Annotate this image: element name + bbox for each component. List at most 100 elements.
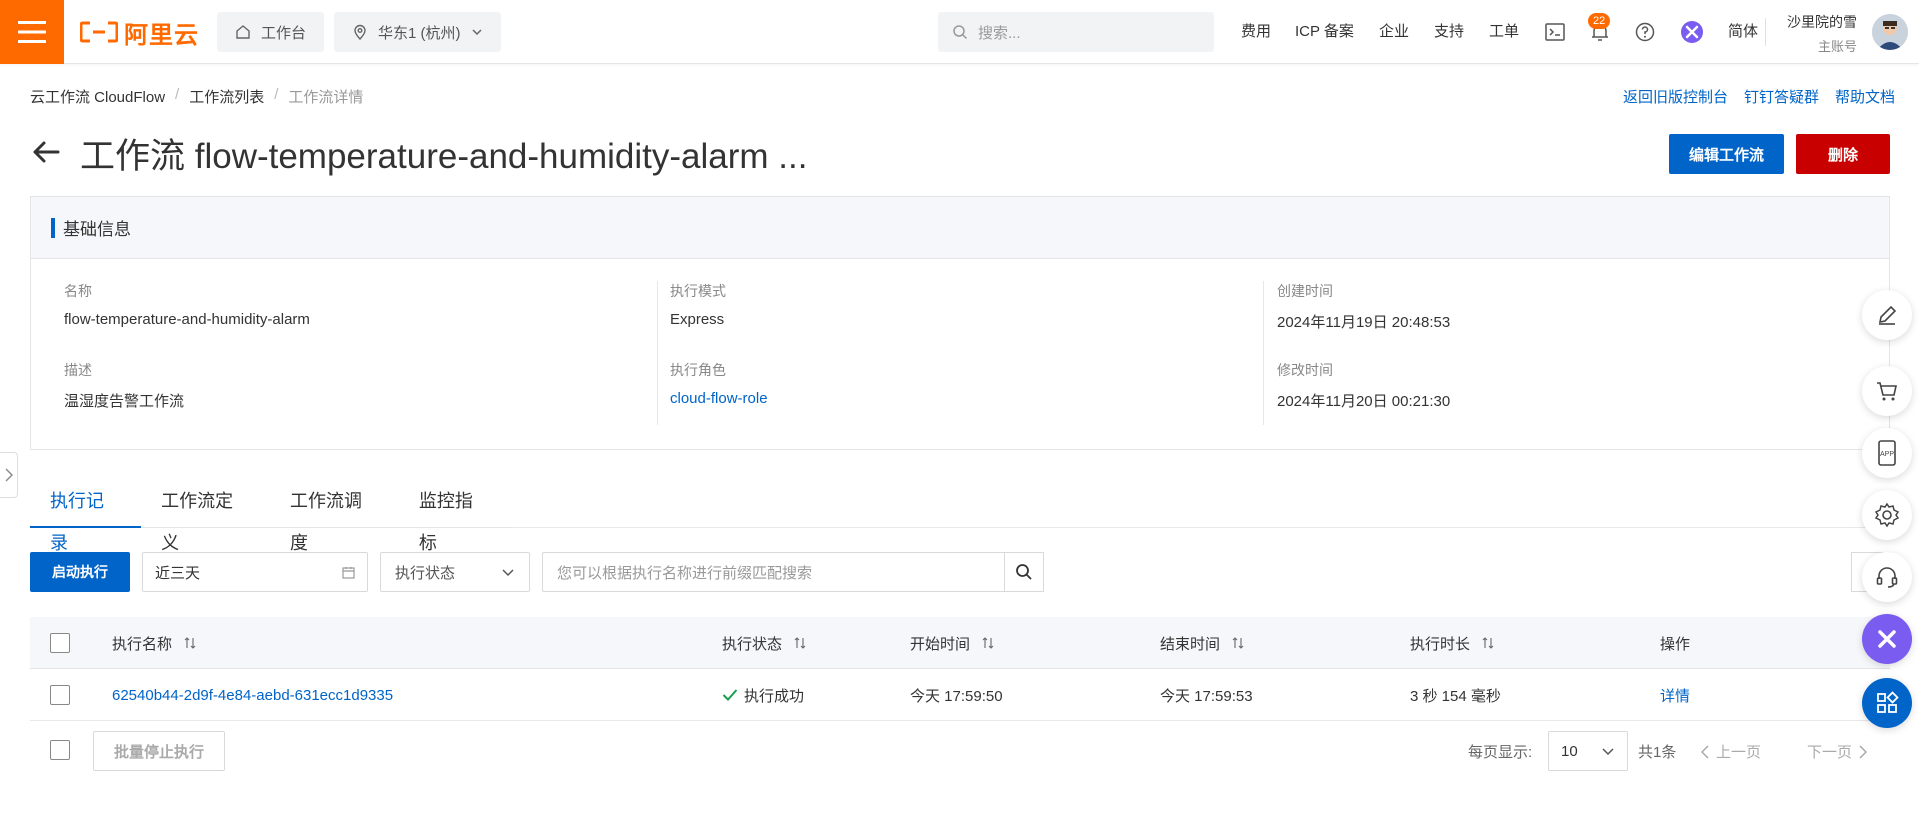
- customer-service-headset-icon[interactable]: [1862, 552, 1912, 602]
- info-column-1: 名称 flow-temperature-and-humidity-alarm 描…: [31, 281, 605, 425]
- name-value: flow-temperature-and-humidity-alarm: [64, 311, 310, 328]
- search-icon: [1016, 564, 1032, 580]
- chevron-left-icon: [1700, 744, 1709, 759]
- tab-workflow-definition[interactable]: 工作流定义: [141, 480, 270, 553]
- tab-workflow-schedule[interactable]: 工作流调度: [270, 480, 399, 553]
- column-header-execution-name[interactable]: 执行名称: [112, 617, 196, 669]
- execution-role-link[interactable]: cloud-flow-role: [670, 390, 768, 407]
- avatar[interactable]: [1872, 14, 1908, 50]
- page-size-select[interactable]: 10: [1548, 731, 1628, 771]
- back-to-old-console-link[interactable]: 返回旧版控制台: [1623, 86, 1728, 107]
- total-count: 共1条: [1638, 744, 1677, 761]
- footer-select-all-checkbox[interactable]: [50, 740, 70, 760]
- description-value: 温湿度告警工作流: [64, 393, 185, 410]
- language-switch[interactable]: 简体: [1728, 20, 1758, 44]
- details-link[interactable]: 详情: [1660, 685, 1690, 706]
- page-size-value: 10: [1561, 742, 1578, 760]
- workbench-label: 工作台: [261, 24, 307, 42]
- modified-time-label: 修改时间: [1277, 362, 1333, 378]
- modified-time-value: 2024年11月20日 00:21:30: [1277, 393, 1451, 410]
- execution-search-button[interactable]: [1004, 552, 1044, 592]
- column-header-execution-status[interactable]: 执行状态: [722, 617, 806, 669]
- mobile-app-icon[interactable]: APP: [1862, 428, 1912, 478]
- created-time-value: 2024年11月19日 20:48:53: [1277, 314, 1451, 331]
- execution-search-input[interactable]: 您可以根据执行名称进行前缀匹配搜索: [542, 552, 1004, 592]
- created-time-label: 创建时间: [1277, 283, 1333, 299]
- calendar-icon: [342, 566, 355, 579]
- workbench-button[interactable]: 工作台: [217, 12, 325, 52]
- detail-tabs: 执行记录 工作流定义 工作流调度 监控指标: [30, 480, 510, 553]
- delete-button[interactable]: 删除: [1796, 134, 1890, 174]
- column-header-duration[interactable]: 执行时长: [1410, 617, 1494, 669]
- nav-link-icp[interactable]: ICP 备案: [1295, 20, 1354, 44]
- previous-page-button[interactable]: 上一页: [1700, 741, 1761, 762]
- aliyun-logo[interactable]: 阿里云: [80, 16, 199, 49]
- column-header-start-time[interactable]: 开始时间: [910, 617, 994, 669]
- breadcrumb-item-cloudflow[interactable]: 云工作流 CloudFlow: [30, 86, 165, 107]
- back-arrow-icon[interactable]: [30, 136, 62, 168]
- execution-status-select[interactable]: 执行状态: [380, 552, 530, 592]
- executions-table-header: 执行名称 执行状态 开始时间 结束时间 执行时长 操作: [30, 617, 1890, 669]
- apps-grid-icon[interactable]: [1862, 678, 1912, 728]
- page-size-label: 每页显示:: [1468, 744, 1533, 761]
- next-page-button[interactable]: 下一页: [1807, 741, 1868, 762]
- basic-info-card: 基础信息 名称 flow-temperature-and-humidity-al…: [30, 196, 1890, 450]
- execution-status-text: 执行成功: [744, 687, 805, 705]
- chevron-right-icon: [1859, 744, 1868, 759]
- breadcrumb-item-workflow-list[interactable]: 工作流列表: [189, 86, 264, 107]
- hamburger-menu-icon[interactable]: [0, 0, 64, 64]
- sidebar-expand-handle[interactable]: [0, 452, 18, 498]
- duration-cell: 3 秒 154 毫秒: [1410, 687, 1501, 705]
- nav-link-billing[interactable]: 费用: [1241, 20, 1271, 44]
- edit-workflow-button[interactable]: 编辑工作流: [1669, 134, 1784, 174]
- column-header-label: 结束时间: [1160, 635, 1221, 653]
- page-title: 工作流 flow-temperature-and-humidity-alarm …: [80, 137, 808, 176]
- ai-assistant-float-icon[interactable]: [1862, 614, 1912, 664]
- help-docs-link[interactable]: 帮助文档: [1835, 86, 1895, 107]
- svg-text:APP: APP: [1880, 451, 1894, 458]
- breadcrumb: 云工作流 CloudFlow / 工作流列表 / 工作流详情: [30, 86, 363, 107]
- row-checkbox[interactable]: [50, 685, 70, 705]
- date-range-value: 近三天: [155, 564, 201, 582]
- start-execution-button[interactable]: 启动执行: [30, 552, 130, 592]
- breadcrumb-separator: /: [274, 86, 279, 103]
- global-search-input[interactable]: 搜索...: [938, 12, 1214, 52]
- help-question-icon[interactable]: [1633, 20, 1657, 44]
- sort-icon: [982, 637, 994, 649]
- select-all-checkbox[interactable]: [50, 633, 70, 653]
- shopping-cart-icon[interactable]: [1862, 366, 1912, 416]
- feedback-edit-icon[interactable]: [1862, 290, 1912, 340]
- dingtalk-group-link[interactable]: 钉钉答疑群: [1744, 86, 1819, 107]
- nav-link-support[interactable]: 支持: [1434, 20, 1464, 44]
- tab-execution-records[interactable]: 执行记录: [30, 480, 142, 553]
- previous-page-label: 上一页: [1716, 744, 1762, 761]
- column-header-label: 开始时间: [910, 635, 971, 653]
- nav-link-tickets[interactable]: 工单: [1489, 20, 1519, 44]
- date-range-picker[interactable]: 近三天: [142, 552, 368, 592]
- execution-search-placeholder: 您可以根据执行名称进行前缀匹配搜索: [557, 564, 813, 582]
- settings-gear-icon[interactable]: [1862, 490, 1912, 540]
- region-selector[interactable]: 华东1 (杭州): [334, 12, 501, 52]
- location-pin-icon: [354, 24, 366, 40]
- info-column-2: 执行模式 Express 执行角色 cloud-flow-role: [657, 281, 1231, 425]
- tab-monitoring-metrics[interactable]: 监控指标: [399, 480, 510, 553]
- topbar-divider: [1765, 18, 1766, 46]
- column-header-label: 执行名称: [112, 635, 173, 653]
- execution-status-cell: 执行成功: [722, 669, 804, 721]
- chevron-right-icon: [5, 468, 13, 482]
- execution-status-placeholder: 执行状态: [395, 564, 456, 582]
- start-time-cell: 今天 17:59:50: [910, 687, 1003, 705]
- header-links: 返回旧版控制台 钉钉答疑群 帮助文档: [1623, 86, 1895, 107]
- chevron-down-icon: [471, 29, 482, 36]
- end-time-cell: 今天 17:59:53: [1160, 687, 1253, 705]
- terminal-icon[interactable]: [1543, 20, 1567, 44]
- execution-name-link[interactable]: 62540b44-2d9f-4e84-aebd-631ecc1d9335: [112, 687, 393, 704]
- sort-icon: [1482, 637, 1494, 649]
- notification-count-badge: 22: [1588, 13, 1611, 29]
- nav-link-enterprise[interactable]: 企业: [1379, 20, 1409, 44]
- execution-name-cell: 62540b44-2d9f-4e84-aebd-631ecc1d9335: [112, 669, 393, 721]
- column-header-end-time[interactable]: 结束时间: [1160, 617, 1244, 669]
- ai-assistant-icon[interactable]: [1680, 20, 1704, 44]
- user-name[interactable]: 沙里院的雪: [1787, 12, 1857, 32]
- batch-stop-button[interactable]: 批量停止执行: [93, 731, 225, 771]
